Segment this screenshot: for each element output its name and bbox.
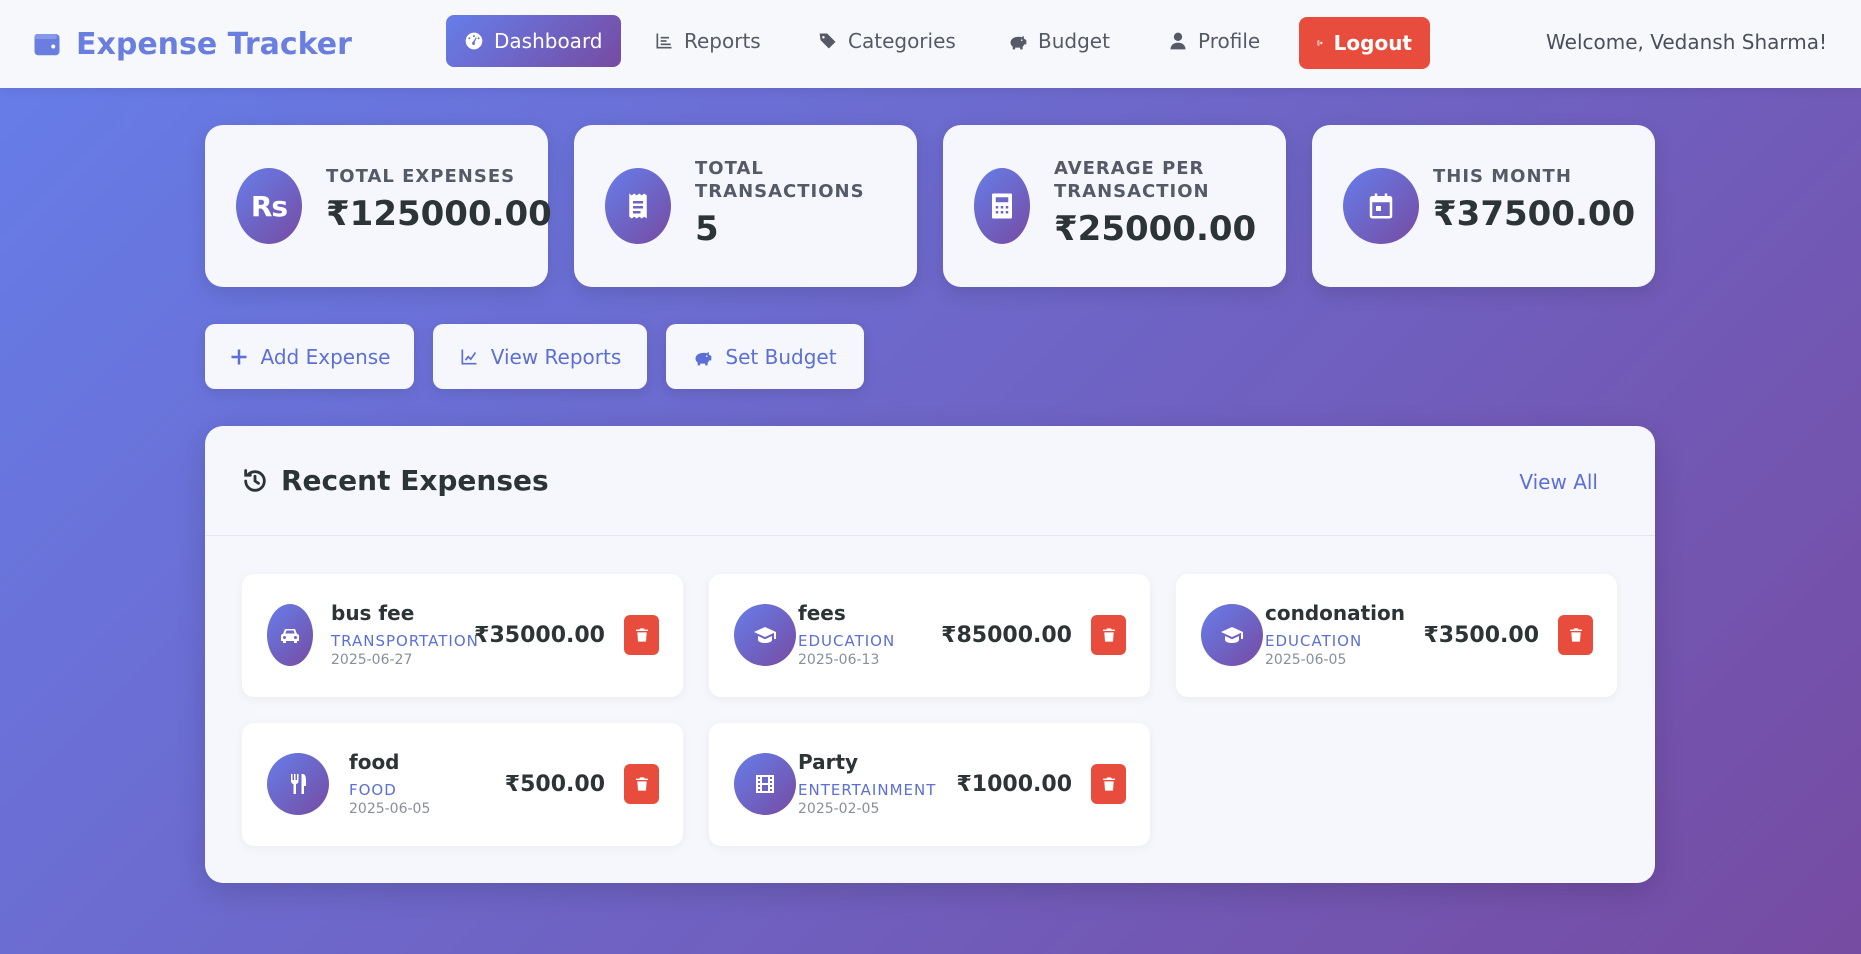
car-icon bbox=[267, 604, 313, 666]
rupee-icon: Rs bbox=[236, 168, 302, 244]
view-all-link[interactable]: View All bbox=[1519, 470, 1598, 494]
utensils-icon bbox=[267, 753, 329, 815]
nav-dashboard-label: Dashboard bbox=[494, 29, 603, 53]
expense-category: Food bbox=[349, 781, 397, 799]
expense-name: condonation bbox=[1265, 601, 1406, 625]
panel-title: Recent Expenses bbox=[241, 464, 549, 497]
welcome-message: Welcome, Vedansh Sharma! bbox=[1546, 30, 1827, 54]
graduation-cap-icon bbox=[1201, 604, 1263, 666]
expense-card: condonation Education 2025-06-05 ₹3500.0… bbox=[1176, 574, 1617, 697]
expense-category: Education bbox=[1265, 632, 1363, 650]
sign-out-icon bbox=[1317, 40, 1323, 46]
logout-label: Logout bbox=[1333, 31, 1412, 55]
delete-expense-button[interactable] bbox=[624, 615, 659, 655]
stat-value: 5 bbox=[695, 209, 719, 249]
view-reports-label: View Reports bbox=[490, 344, 622, 369]
recent-expenses-panel: Recent Expenses View All bus fee Transpo… bbox=[205, 426, 1655, 883]
expense-amount: ₹85000.00 bbox=[941, 623, 1072, 648]
stat-label: Total Expenses bbox=[326, 166, 516, 187]
line-chart-icon bbox=[461, 349, 477, 364]
expense-card: fees Education 2025-06-13 ₹85000.00 bbox=[709, 574, 1150, 697]
stat-card-total-transactions: Total Transactions 5 bbox=[574, 125, 917, 287]
stat-value: ₹37500.00 bbox=[1433, 194, 1636, 234]
tags-icon bbox=[819, 33, 836, 49]
nav-categories[interactable]: Categories bbox=[800, 15, 974, 67]
expense-category: Entertainment bbox=[798, 781, 937, 799]
add-expense-button[interactable]: Add Expense bbox=[205, 324, 414, 389]
plus-icon bbox=[231, 349, 247, 364]
expense-category: Education bbox=[798, 632, 896, 650]
wallet-icon bbox=[34, 34, 60, 56]
film-icon bbox=[734, 753, 796, 815]
piggy-bank-icon bbox=[695, 351, 712, 365]
expense-card: Party Entertainment 2025-02-05 ₹1000.00 bbox=[709, 723, 1150, 846]
expense-card: bus fee Transportation 2025-06-27 ₹35000… bbox=[242, 574, 683, 697]
nav-profile-label: Profile bbox=[1198, 29, 1261, 53]
brand-title: Expense Tracker bbox=[76, 26, 352, 62]
stat-value: ₹25000.00 bbox=[1054, 209, 1257, 249]
stat-value: ₹125000.00 bbox=[326, 194, 552, 234]
calendar-icon bbox=[1343, 168, 1419, 244]
expense-amount: ₹500.00 bbox=[504, 772, 605, 797]
stat-label: Average per Transaction bbox=[1054, 158, 1210, 202]
history-icon bbox=[244, 468, 266, 492]
stat-card-average: Average per Transaction ₹25000.00 bbox=[943, 125, 1286, 287]
expense-amount: ₹3500.00 bbox=[1423, 623, 1539, 648]
stat-label: This Month bbox=[1433, 166, 1572, 187]
gauge-icon bbox=[465, 32, 483, 50]
expense-name: bus fee bbox=[331, 601, 415, 625]
trash-icon bbox=[635, 628, 648, 642]
user-icon bbox=[1170, 32, 1186, 50]
expense-name: fees bbox=[798, 601, 846, 625]
nav-categories-label: Categories bbox=[848, 29, 956, 53]
set-budget-button[interactable]: Set Budget bbox=[666, 324, 864, 389]
nav-budget[interactable]: Budget bbox=[990, 15, 1128, 67]
expense-date: 2025-06-13 bbox=[798, 652, 880, 668]
expense-name: Party bbox=[798, 750, 859, 774]
stat-card-total-expenses: Rs Total Expenses ₹125000.00 bbox=[205, 125, 552, 287]
delete-expense-button[interactable] bbox=[1091, 615, 1126, 655]
add-expense-label: Add Expense bbox=[260, 344, 391, 369]
piggy-bank-icon bbox=[1010, 36, 1027, 50]
panel-header: Recent Expenses View All bbox=[205, 426, 1655, 536]
nav-budget-label: Budget bbox=[1038, 29, 1110, 53]
expense-amount: ₹1000.00 bbox=[956, 772, 1072, 797]
expense-date: 2025-06-05 bbox=[349, 801, 431, 817]
expense-card: food Food 2025-06-05 ₹500.00 bbox=[242, 723, 683, 846]
nav-profile[interactable]: Profile bbox=[1150, 15, 1278, 67]
trash-icon bbox=[635, 777, 648, 791]
trash-icon bbox=[1102, 777, 1115, 791]
panel-title-text: Recent Expenses bbox=[281, 464, 549, 497]
brand-logo[interactable]: Expense Tracker bbox=[32, 24, 352, 64]
bar-chart-icon bbox=[656, 33, 672, 49]
logout-button[interactable]: Logout bbox=[1299, 17, 1430, 69]
graduation-cap-icon bbox=[734, 604, 796, 666]
stat-label: Total Transactions bbox=[695, 158, 865, 202]
nav-reports-label: Reports bbox=[684, 29, 761, 53]
receipt-icon bbox=[605, 168, 671, 244]
expense-date: 2025-02-05 bbox=[798, 801, 880, 817]
expense-name: food bbox=[349, 750, 400, 774]
expense-date: 2025-06-05 bbox=[1265, 652, 1347, 668]
top-navbar: Expense Tracker Dashboard Reports Catego… bbox=[0, 0, 1861, 88]
set-budget-label: Set Budget bbox=[725, 344, 837, 369]
delete-expense-button[interactable] bbox=[624, 764, 659, 804]
stat-card-this-month: This Month ₹37500.00 bbox=[1312, 125, 1655, 287]
trash-icon bbox=[1569, 628, 1582, 642]
calculator-icon bbox=[974, 168, 1030, 244]
nav-dashboard[interactable]: Dashboard bbox=[446, 15, 621, 67]
view-reports-button[interactable]: View Reports bbox=[433, 324, 647, 389]
expense-date: 2025-06-27 bbox=[331, 652, 413, 668]
expense-category: Transportation bbox=[331, 632, 479, 650]
nav-reports[interactable]: Reports bbox=[636, 15, 779, 67]
trash-icon bbox=[1102, 628, 1115, 642]
delete-expense-button[interactable] bbox=[1091, 764, 1126, 804]
expense-amount: ₹35000.00 bbox=[474, 623, 605, 648]
delete-expense-button[interactable] bbox=[1558, 615, 1593, 655]
